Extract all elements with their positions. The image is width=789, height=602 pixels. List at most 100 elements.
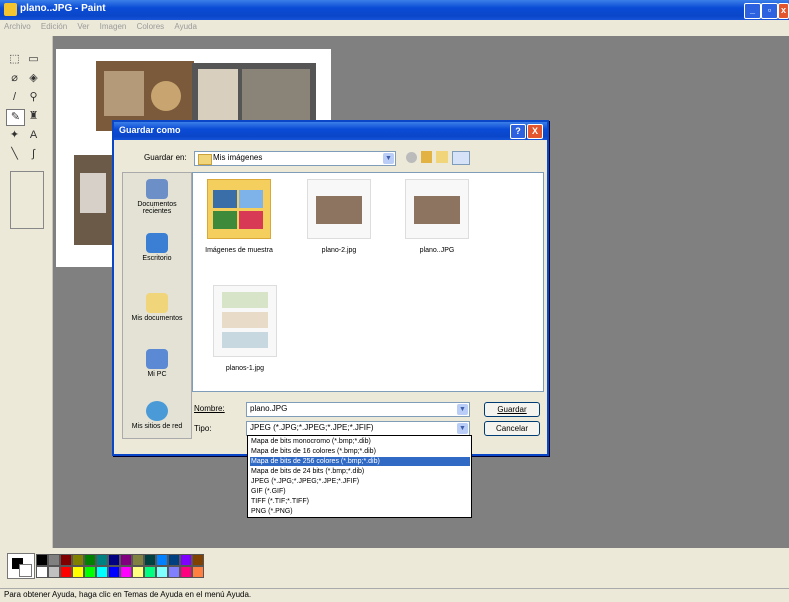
place-my-documents-label: Mis documentos bbox=[131, 315, 183, 322]
place-my-documents[interactable]: Mis documentos bbox=[123, 293, 191, 322]
file-list[interactable]: Imágenes de muestra plano-2.jpg plano..J… bbox=[192, 172, 544, 392]
place-my-pc[interactable]: Mi PC bbox=[123, 349, 191, 378]
save-as-dialog: Guardar como ? X Guardar en: Mis imágene… bbox=[112, 120, 549, 518]
place-network[interactable]: Mis sitios de red bbox=[123, 401, 191, 430]
view-menu-icon[interactable] bbox=[452, 151, 470, 165]
color-swatch[interactable] bbox=[84, 554, 96, 566]
title-bar: plano..JPG - Paint _ ▫ x bbox=[0, 0, 789, 20]
file-type-select[interactable]: JPEG (*.JPG;*.JPEG;*.JPE;*.JFIF) ▼ bbox=[246, 421, 470, 436]
save-button[interactable]: Guardar bbox=[484, 402, 540, 417]
up-folder-icon[interactable] bbox=[421, 151, 432, 163]
new-folder-icon[interactable] bbox=[436, 151, 448, 163]
window-title: plano..JPG - Paint bbox=[20, 3, 106, 14]
chevron-down-icon[interactable]: ▼ bbox=[457, 404, 468, 415]
image-thumbnail-icon bbox=[405, 179, 469, 239]
color-swatch[interactable] bbox=[156, 566, 168, 578]
color-swatch[interactable] bbox=[120, 554, 132, 566]
color-swatch[interactable] bbox=[36, 554, 48, 566]
line-icon[interactable]: ╲ bbox=[6, 147, 23, 162]
status-text: Para obtener Ayuda, haga clic en Temas d… bbox=[4, 590, 252, 599]
color-swatch[interactable] bbox=[48, 566, 60, 578]
place-my-pc-label: Mi PC bbox=[147, 371, 167, 378]
color-swatch[interactable] bbox=[84, 566, 96, 578]
color-swatch[interactable] bbox=[36, 566, 48, 578]
color-swatch[interactable] bbox=[96, 566, 108, 578]
dialog-close-button[interactable]: X bbox=[527, 124, 543, 139]
chevron-down-icon[interactable]: ▼ bbox=[457, 423, 468, 434]
file-type-dropdown-list[interactable]: Mapa de bits monocromo (*.bmp;*.dib) Mapa… bbox=[247, 435, 472, 518]
color-swatch[interactable] bbox=[108, 566, 120, 578]
color-picker-icon[interactable]: / bbox=[6, 90, 23, 105]
file-type-option[interactable]: Mapa de bits monocromo (*.bmp;*.dib) bbox=[250, 437, 470, 446]
file-name: planos-1.jpg bbox=[225, 365, 265, 372]
file-item[interactable]: planos-1.jpg bbox=[207, 285, 283, 372]
name-label: Nombre: bbox=[194, 404, 225, 413]
menu-colores[interactable]: Colores bbox=[133, 20, 169, 33]
file-name-input[interactable]: plano.JPG ▼ bbox=[246, 402, 470, 417]
color-swatch[interactable] bbox=[144, 566, 156, 578]
menu-bar: Archivo Edición Ver Imagen Colores Ayuda bbox=[0, 20, 789, 36]
color-swatch[interactable] bbox=[168, 566, 180, 578]
rect-select-icon[interactable]: ▭ bbox=[25, 52, 42, 67]
place-desktop-label: Escritorio bbox=[142, 255, 172, 262]
magnifier-icon[interactable]: ⚲ bbox=[25, 90, 42, 105]
file-type-option[interactable]: PNG (*.PNG) bbox=[250, 507, 470, 516]
color-swatch[interactable] bbox=[180, 554, 192, 566]
file-item[interactable]: plano-2.jpg bbox=[301, 179, 377, 254]
color-swatch[interactable] bbox=[192, 566, 204, 578]
file-name: plano..JPG bbox=[419, 247, 455, 254]
color-swatch[interactable] bbox=[192, 554, 204, 566]
image-thumbnail-icon bbox=[307, 179, 371, 239]
menu-archivo[interactable]: Archivo bbox=[0, 20, 35, 33]
file-type-option[interactable]: TIFF (*.TIF;*.TIFF) bbox=[250, 497, 470, 506]
close-button[interactable]: x bbox=[778, 3, 789, 19]
color-swatch[interactable] bbox=[96, 554, 108, 566]
file-type-option[interactable]: Mapa de bits de 24 bits (*.bmp;*.dib) bbox=[250, 467, 470, 476]
color-swatch[interactable] bbox=[72, 554, 84, 566]
minimize-button[interactable]: _ bbox=[744, 3, 761, 19]
file-type-value: JPEG (*.JPG;*.JPEG;*.JPE;*.JFIF) bbox=[250, 423, 374, 432]
color-swatch[interactable] bbox=[120, 566, 132, 578]
eraser-icon[interactable]: ⌀ bbox=[6, 71, 23, 86]
color-swatch[interactable] bbox=[108, 554, 120, 566]
network-icon bbox=[146, 401, 168, 421]
help-button[interactable]: ? bbox=[510, 124, 526, 139]
maximize-button[interactable]: ▫ bbox=[761, 3, 778, 19]
color-swatch[interactable] bbox=[132, 554, 144, 566]
cancel-button[interactable]: Cancelar bbox=[484, 421, 540, 436]
fill-icon[interactable]: ◈ bbox=[25, 71, 42, 86]
place-desktop[interactable]: Escritorio bbox=[123, 233, 191, 262]
color-swatch[interactable] bbox=[60, 566, 72, 578]
file-type-option[interactable]: GIF (*.GIF) bbox=[250, 487, 470, 496]
file-item[interactable]: Imágenes de muestra bbox=[201, 179, 277, 254]
file-item[interactable]: plano..JPG bbox=[399, 179, 475, 254]
color-swatch[interactable] bbox=[156, 554, 168, 566]
curve-icon[interactable]: ∫ bbox=[25, 147, 42, 162]
color-swatch[interactable] bbox=[144, 554, 156, 566]
pencil-icon[interactable]: ✎ bbox=[6, 109, 25, 126]
color-swatch[interactable] bbox=[72, 566, 84, 578]
menu-imagen[interactable]: Imagen bbox=[96, 20, 131, 33]
back-icon[interactable] bbox=[406, 152, 417, 163]
paint-app-icon bbox=[4, 3, 17, 16]
brush-icon[interactable]: ♜ bbox=[25, 109, 42, 124]
file-type-option[interactable]: Mapa de bits de 16 colores (*.bmp;*.dib) bbox=[250, 447, 470, 456]
file-type-option[interactable]: Mapa de bits de 256 colores (*.bmp;*.dib… bbox=[250, 457, 470, 466]
menu-ver[interactable]: Ver bbox=[73, 20, 93, 33]
text-icon[interactable]: A bbox=[25, 128, 42, 143]
file-name: plano-2.jpg bbox=[321, 247, 357, 254]
color-swatch[interactable] bbox=[180, 566, 192, 578]
menu-edicion[interactable]: Edición bbox=[37, 20, 71, 33]
color-swatch[interactable] bbox=[168, 554, 180, 566]
save-in-combo[interactable]: Mis imágenes ▼ bbox=[194, 151, 396, 166]
color-swatch[interactable] bbox=[48, 554, 60, 566]
file-type-option[interactable]: JPEG (*.JPG;*.JPEG;*.JPE;*.JFIF) bbox=[250, 477, 470, 486]
chevron-down-icon[interactable]: ▼ bbox=[383, 153, 394, 164]
airbrush-icon[interactable]: ✦ bbox=[6, 128, 23, 143]
place-recent[interactable]: Documentos recientes bbox=[123, 179, 191, 215]
free-select-icon[interactable]: ⬚ bbox=[6, 52, 23, 67]
tool-options-box[interactable] bbox=[10, 171, 44, 229]
color-swatch[interactable] bbox=[60, 554, 72, 566]
color-swatch[interactable] bbox=[132, 566, 144, 578]
menu-ayuda[interactable]: Ayuda bbox=[170, 20, 201, 33]
